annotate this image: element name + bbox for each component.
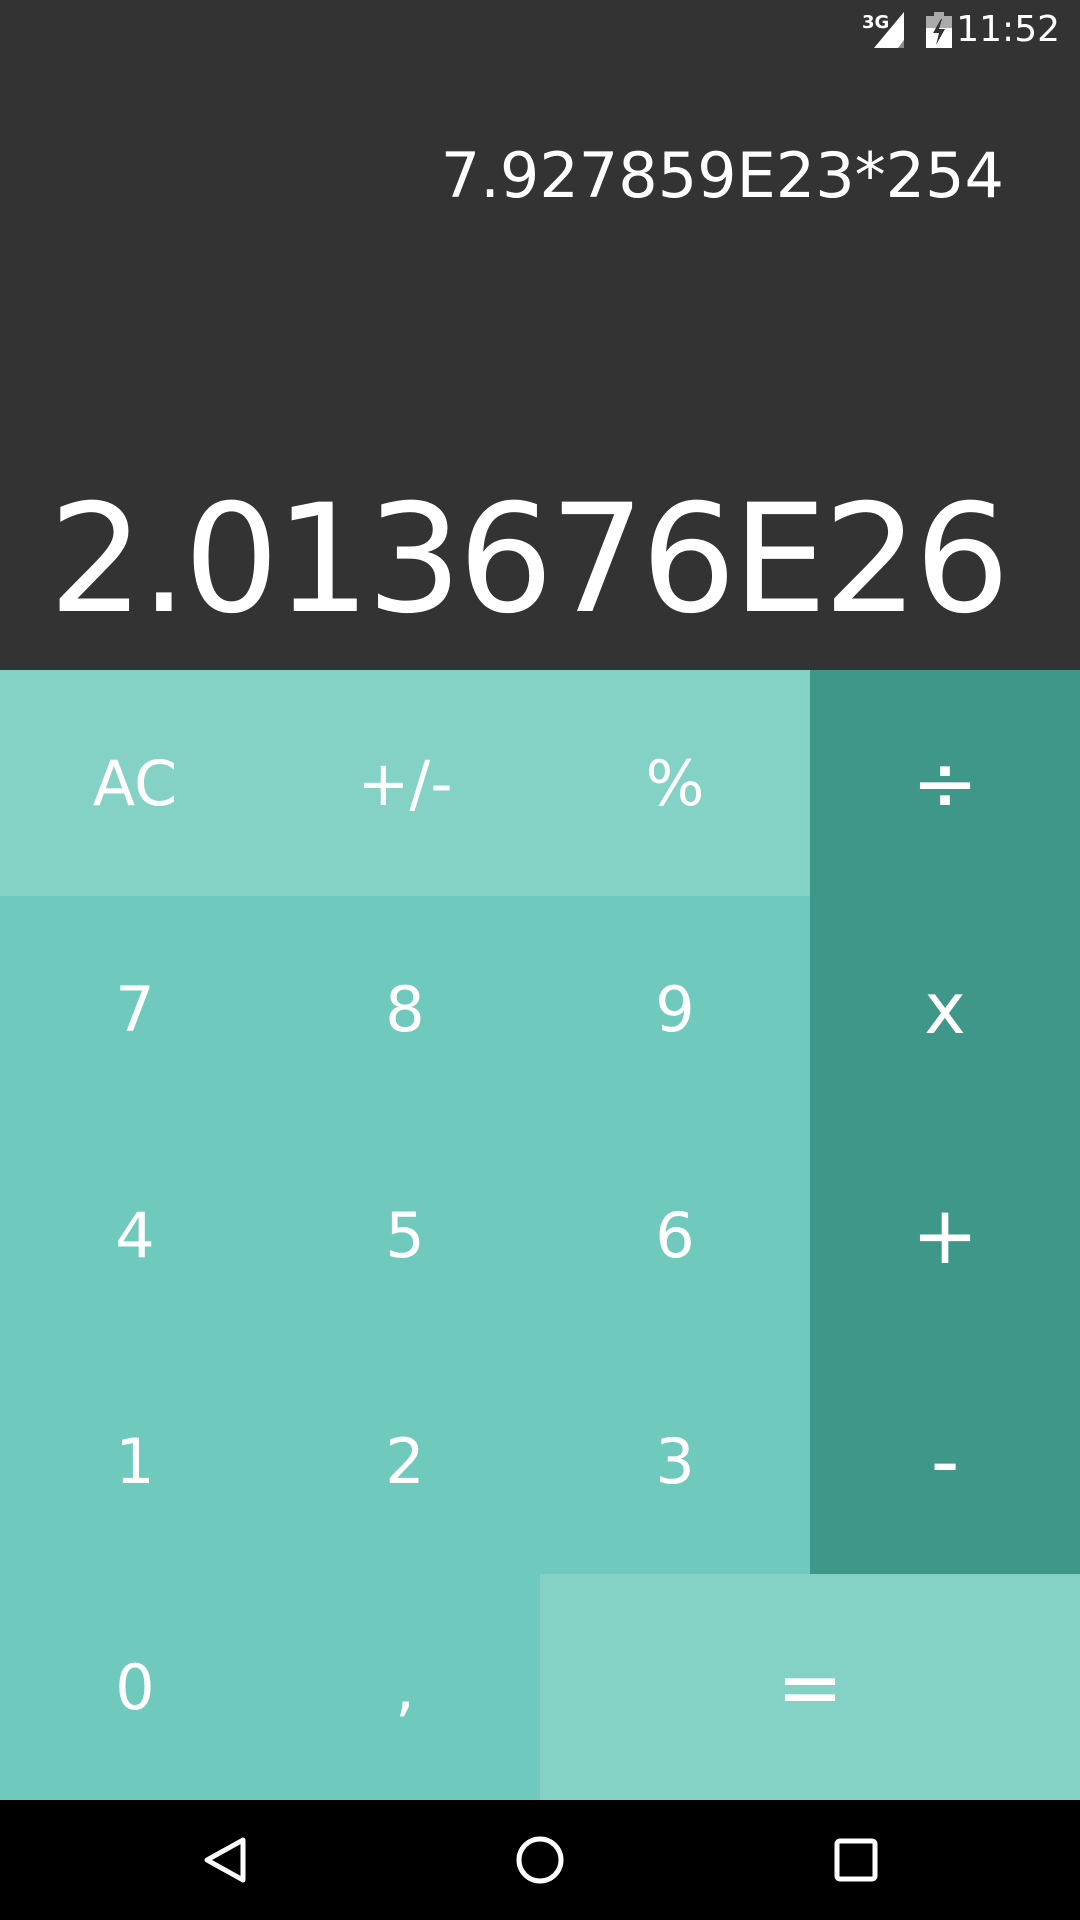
digit-2-button[interactable]: 2 [270,1348,540,1574]
digit-8-button[interactable]: 8 [270,896,540,1122]
digit-6-button[interactable]: 6 [540,1122,810,1348]
battery-charging-icon [926,12,952,48]
home-button[interactable] [510,1830,570,1890]
minus-button[interactable]: - [810,1348,1080,1574]
keypad: AC +/- % ÷ 7 8 9 x 4 5 6 + 1 2 3 - 0 , = [0,670,1080,1800]
result-text: 2.013676E26 [48,473,1010,647]
plus-button[interactable]: + [810,1122,1080,1348]
back-icon [204,1837,246,1883]
percent-button[interactable]: % [540,670,810,896]
ac-button[interactable]: AC [0,670,270,896]
recents-icon [834,1838,878,1882]
digit-0-button[interactable]: 0 [0,1574,270,1800]
back-button[interactable] [196,1830,256,1890]
home-icon [516,1836,564,1884]
display-panel: 7.927859E23*254 2.013676E26 [0,60,1080,670]
digit-1-button[interactable]: 1 [0,1348,270,1574]
sign-toggle-button[interactable]: +/- [270,670,540,896]
signal-icon [874,12,904,48]
recents-button[interactable] [826,1830,886,1890]
digit-4-button[interactable]: 4 [0,1122,270,1348]
digit-9-button[interactable]: 9 [540,896,810,1122]
expression-text: 7.927859E23*254 [440,139,1004,212]
equals-button[interactable]: = [540,1574,1080,1800]
calculator-app: 3G 11:52 7.927859E23*254 2.013676E26 AC … [0,0,1080,1920]
comma-button[interactable]: , [270,1574,540,1800]
navigation-bar [0,1800,1080,1920]
clock: 11:52 [956,9,1060,50]
digit-5-button[interactable]: 5 [270,1122,540,1348]
digit-7-button[interactable]: 7 [0,896,270,1122]
digit-3-button[interactable]: 3 [540,1348,810,1574]
multiply-button[interactable]: x [810,896,1080,1122]
divide-button[interactable]: ÷ [810,670,1080,896]
status-bar: 3G 11:52 [0,0,1080,60]
